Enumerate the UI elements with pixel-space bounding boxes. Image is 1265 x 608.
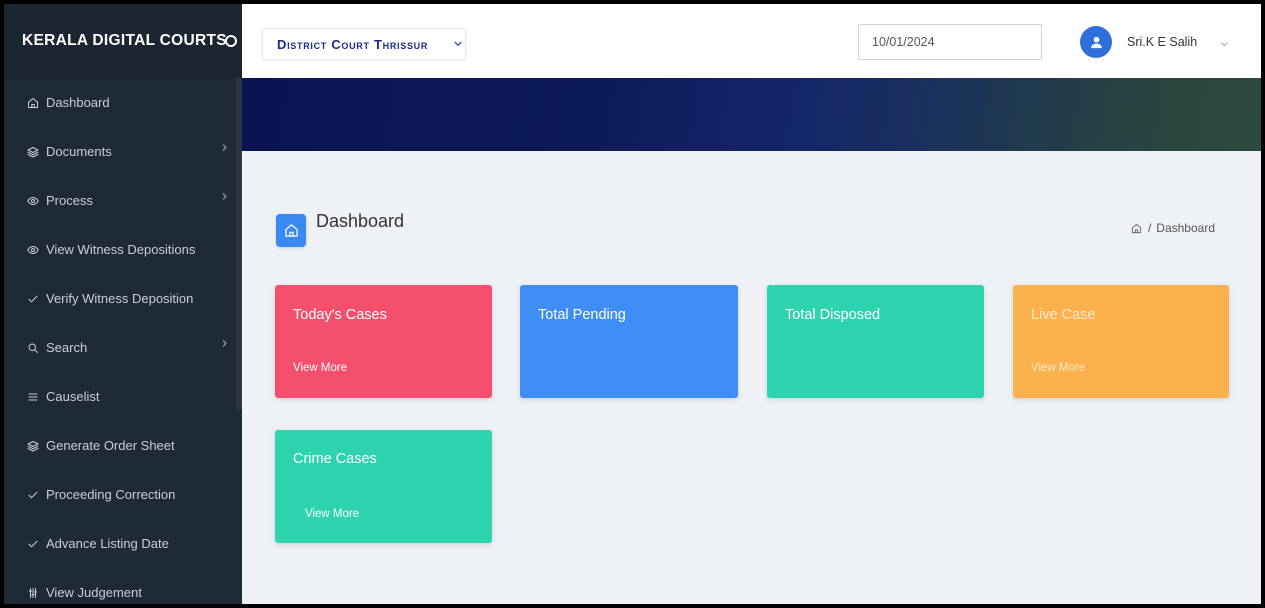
- user-icon: [1090, 36, 1102, 48]
- chevron-down-icon: [453, 39, 463, 49]
- header-banner: [242, 78, 1261, 151]
- view-more-link[interactable]: View More: [293, 362, 347, 374]
- home-icon: [27, 97, 39, 109]
- sidebar-item-label: Process: [46, 193, 93, 208]
- brand-header: KERALA DIGITAL COURTS: [4, 4, 242, 78]
- card-title: Crime Cases: [293, 451, 377, 467]
- card-title: Total Disposed: [785, 307, 881, 323]
- date-field[interactable]: [858, 24, 1042, 60]
- breadcrumb: / Dashboard: [1131, 221, 1215, 235]
- sidebar-toggle-icon[interactable]: [225, 35, 237, 47]
- card-live-case[interactable]: Live Case View More: [1013, 285, 1229, 398]
- page-title-badge: [276, 214, 306, 247]
- search-icon: [27, 342, 39, 354]
- check-icon: [27, 293, 39, 305]
- sidebar-item-label: Verify Witness Deposition: [46, 291, 194, 306]
- eye-icon: [27, 244, 39, 256]
- sidebar-item-label: View Witness Depositions: [46, 242, 196, 257]
- app-window: KERALA DIGITAL COURTS Dashboard Document…: [0, 0, 1265, 608]
- chevron-down-icon[interactable]: [1220, 40, 1229, 49]
- sidebar-item-process[interactable]: Process: [4, 176, 242, 225]
- sidebar-item-verify-witness-deposition[interactable]: Verify Witness Deposition: [4, 274, 242, 323]
- court-select-value: District Court Thrissur: [277, 36, 429, 52]
- card-total-pending[interactable]: Total Pending: [520, 285, 738, 398]
- layers-icon: [27, 146, 39, 158]
- sidebar-item-label: Generate Order Sheet: [46, 438, 175, 453]
- sidebar-item-search[interactable]: Search: [4, 323, 242, 372]
- app-title: KERALA DIGITAL COURTS: [22, 32, 227, 49]
- view-more-link[interactable]: View More: [1031, 362, 1085, 374]
- check-icon: [27, 489, 39, 501]
- chevron-right-icon: [220, 192, 229, 201]
- breadcrumb-separator: /: [1147, 221, 1152, 235]
- chevron-right-icon: [220, 339, 229, 348]
- top-header: District Court Thrissur Sri.K E Salih: [242, 4, 1261, 78]
- card-title: Live Case: [1031, 307, 1096, 323]
- chevron-right-icon: [220, 143, 229, 152]
- home-icon[interactable]: [1131, 223, 1142, 234]
- sidebar-item-dashboard[interactable]: Dashboard: [4, 78, 242, 127]
- eye-icon: [27, 195, 39, 207]
- sidebar-item-label: Proceeding Correction: [46, 487, 176, 502]
- sidebar-item-label: Advance Listing Date: [46, 536, 169, 551]
- sidebar-item-proceeding-correction[interactable]: Proceeding Correction: [4, 470, 242, 519]
- sidebar-item-view-witness-depositions[interactable]: View Witness Depositions: [4, 225, 242, 274]
- sidebar-nav: Dashboard Documents Process View Witness…: [4, 78, 242, 604]
- card-title: Today's Cases: [293, 307, 387, 323]
- user-name[interactable]: Sri.K E Salih: [1127, 35, 1197, 49]
- sidebar-item-causelist[interactable]: Causelist: [4, 372, 242, 421]
- check-icon: [27, 538, 39, 550]
- card-total-disposed[interactable]: Total Disposed: [767, 285, 984, 398]
- home-icon: [284, 223, 299, 238]
- sidebar-item-label: View Judgement: [46, 585, 142, 600]
- card-todays-cases[interactable]: Today's Cases View More: [275, 285, 492, 398]
- court-select-dropdown[interactable]: District Court Thrissur: [262, 28, 466, 60]
- sidebar-item-label: Dashboard: [46, 95, 110, 110]
- page-title: Dashboard: [316, 211, 405, 231]
- sidebar-item-label: Causelist: [46, 389, 100, 404]
- avatar[interactable]: [1080, 26, 1112, 58]
- card-crime-cases[interactable]: Crime Cases View More: [275, 430, 492, 543]
- sidebar-item-label: Documents: [46, 144, 112, 159]
- sidebar-item-generate-order-sheet[interactable]: Generate Order Sheet: [4, 421, 242, 470]
- layers-icon: [27, 440, 39, 452]
- breadcrumb-current: Dashboard: [1156, 221, 1215, 235]
- sidebar: KERALA DIGITAL COURTS Dashboard Document…: [4, 4, 242, 604]
- list-icon: [27, 391, 39, 403]
- sidebar-item-advance-listing-date[interactable]: Advance Listing Date: [4, 519, 242, 568]
- sidebar-item-view-judgement[interactable]: View Judgement: [4, 568, 242, 604]
- card-title: Total Pending: [538, 307, 626, 323]
- sliders-icon: [27, 587, 39, 599]
- view-more-link[interactable]: View More: [305, 508, 359, 520]
- main-content: Dashboard / Dashboard Today's Cases View…: [242, 151, 1261, 604]
- sidebar-item-label: Search: [46, 340, 88, 355]
- sidebar-item-documents[interactable]: Documents: [4, 127, 242, 176]
